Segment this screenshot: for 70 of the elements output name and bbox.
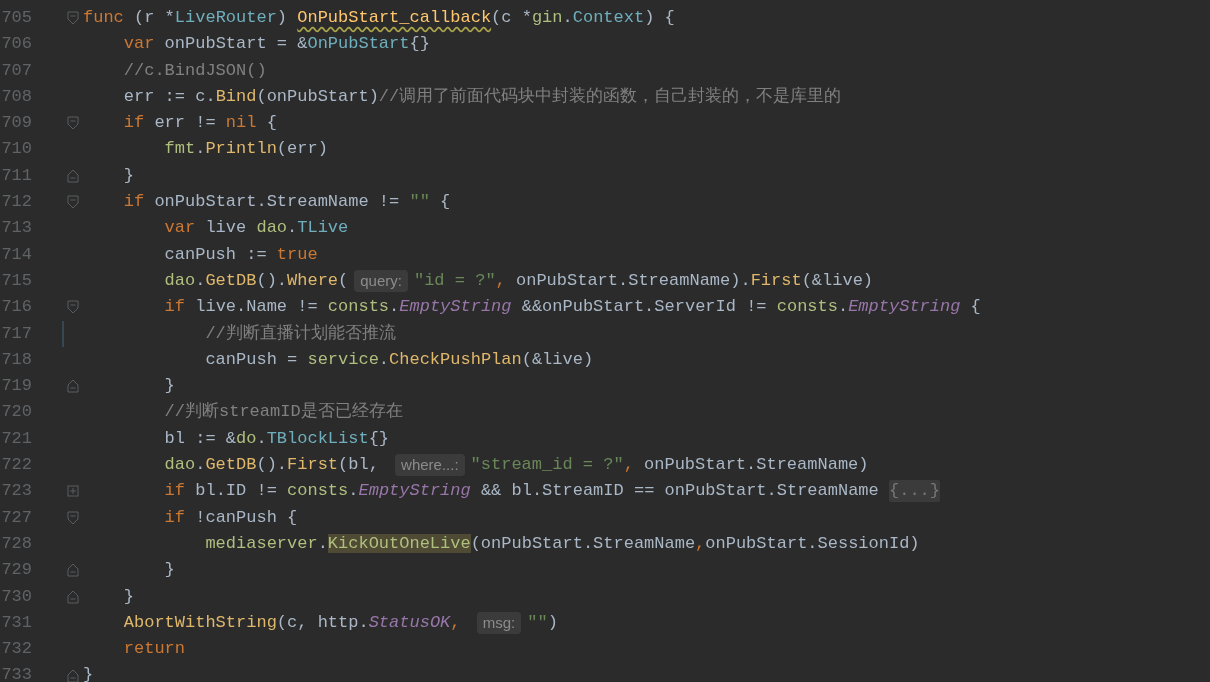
code-text: "stream_id = ?", onPubStart.StreamName): [470, 454, 869, 477]
line-number: 716: [1, 296, 32, 319]
code-text: }: [163, 375, 175, 398]
line-number: 719: [1, 375, 32, 398]
parameter-hint: where...:: [395, 454, 465, 477]
line-number: 720: [1, 401, 32, 424]
parameter-hint: query:: [354, 270, 408, 293]
code-text: //判断streamID是否已经存在: [163, 401, 403, 424]
code-text: fmt.Println(err): [163, 138, 328, 161]
line-number: 721: [1, 427, 32, 450]
code-text: mediaserver.KickOutOneLive(onPubStart.StreamName,onPubStart.SessionId): [204, 532, 920, 555]
code-text: //判断直播计划能否推流: [204, 322, 396, 345]
code-text: var onPubStart = &OnPubStart{}: [122, 33, 430, 56]
unfold-icon[interactable]: [67, 168, 79, 183]
line-number: 730: [1, 585, 32, 608]
line-number: 717: [1, 322, 32, 345]
line-number: 732: [1, 638, 32, 661]
code-text: bl := &do.TBlockList{}: [163, 427, 390, 450]
code-text: }: [163, 559, 175, 582]
line-number: 706: [1, 33, 32, 56]
code-text: ""): [527, 611, 558, 634]
code-text: if err != nil {: [122, 112, 277, 135]
code-text: }: [83, 664, 94, 682]
code-text: //c.BindJSON(): [122, 59, 267, 82]
line-number: 727: [1, 506, 32, 529]
line-number: 722: [1, 454, 32, 477]
line-number: 713: [1, 217, 32, 240]
code-text: dao.GetDB().Where(: [163, 269, 349, 292]
code-text: func (r *LiveRouter) OnPubStart_callback(c *gin.Context) {: [83, 7, 675, 29]
code-text: return: [122, 638, 186, 661]
fold-icon[interactable]: [67, 195, 79, 210]
fold-icon[interactable]: [67, 510, 79, 525]
fold-icon[interactable]: [67, 300, 79, 315]
line-number: 733: [1, 664, 32, 682]
unfold-icon[interactable]: [67, 668, 79, 682]
line-number: 705: [1, 7, 32, 29]
line-number: 718: [1, 348, 32, 371]
code-text: "id = ?", onPubStart.StreamName).First(&live): [413, 269, 874, 292]
unfold-icon[interactable]: [67, 379, 79, 394]
parameter-hint: msg:: [476, 611, 522, 634]
unfold-icon[interactable]: [67, 563, 79, 578]
folded-code[interactable]: {...}: [889, 480, 940, 503]
line-number: 714: [1, 243, 32, 266]
line-number: 723: [1, 480, 32, 503]
line-number: 729: [1, 559, 32, 582]
line-number: 710: [1, 138, 32, 161]
line-number: 711: [1, 164, 32, 187]
code-text: if live.Name != consts.EmptyString &&onPubStart.ServerId != consts.EmptyString {: [163, 296, 981, 319]
line-number: 731: [1, 611, 32, 634]
line-number: 728: [1, 532, 32, 555]
code-text: if !canPush {: [163, 506, 298, 529]
fold-icon[interactable]: [67, 11, 79, 26]
code-text: if onPubStart.StreamName != "" {: [122, 191, 451, 214]
line-number: 708: [1, 85, 32, 108]
code-text: var live dao.TLive: [163, 217, 349, 240]
code-text: canPush := true: [163, 243, 318, 266]
code-text: if bl.ID != consts.EmptyString && bl.StreamID == onPubStart.StreamName: [163, 480, 880, 503]
code-text: AbortWithString(c, http.StatusOK,: [122, 611, 462, 634]
code-text: dao.GetDB().First(bl,: [163, 454, 380, 477]
code-text: }: [122, 585, 134, 608]
fold-icon[interactable]: [67, 116, 79, 131]
line-number: 709: [1, 112, 32, 135]
code-text: err := c.Bind(onPubStart)//调用了前面代码块中封装的函数，自己封装的，不是库里的: [122, 85, 842, 108]
line-number: 712: [1, 191, 32, 214]
expand-icon[interactable]: [67, 485, 79, 498]
line-number: 707: [1, 59, 32, 82]
unfold-icon[interactable]: [67, 589, 79, 604]
code-text: }: [122, 164, 134, 187]
line-number: 715: [1, 269, 32, 292]
code-text: canPush = service.CheckPushPlan(&live): [204, 348, 594, 371]
